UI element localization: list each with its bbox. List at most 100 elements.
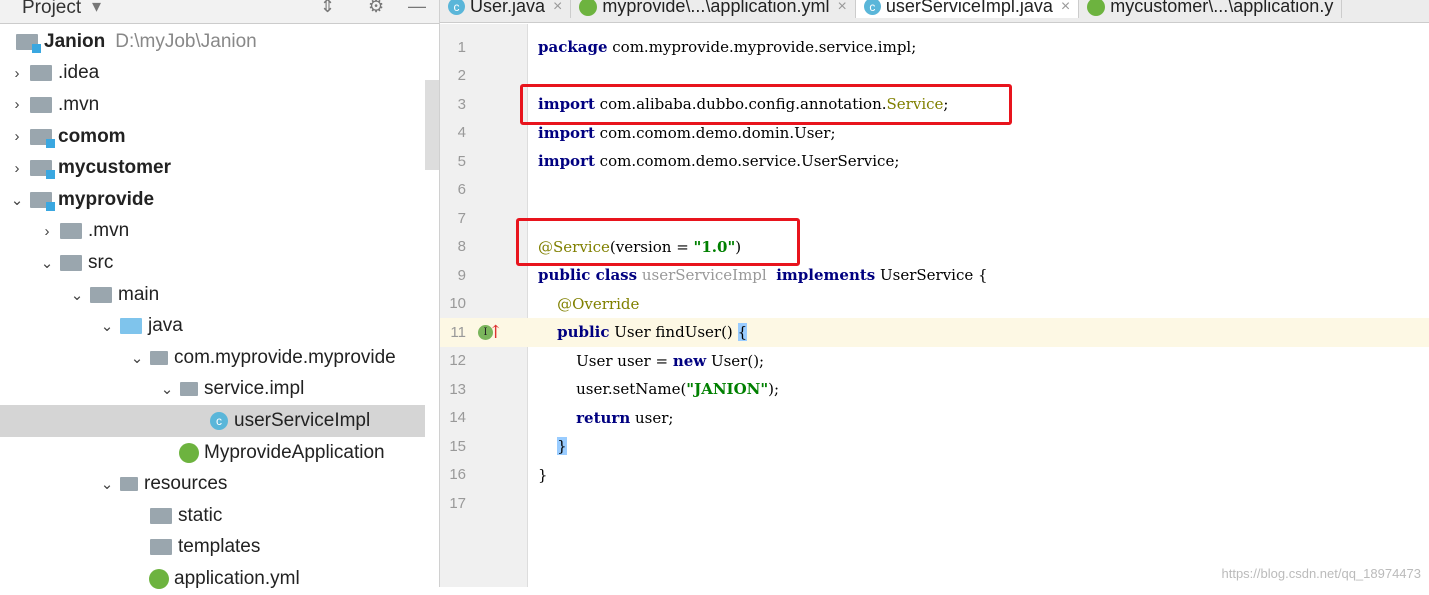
line-number: 15 [449, 437, 466, 455]
code-token: public class [538, 266, 638, 285]
tab-label: mycustomer\...\application.y [1110, 0, 1334, 16]
module-folder-icon [30, 191, 55, 211]
tree-item[interactable]: c userServiceImpl [0, 405, 425, 437]
code-line[interactable]: 13 user.setName("JANION"); [440, 375, 1429, 404]
scrollbar[interactable] [425, 80, 439, 170]
chevron-right-icon[interactable]: › [10, 160, 24, 177]
chevron-down-icon[interactable]: ⌄ [10, 191, 24, 209]
class-icon: c [863, 0, 881, 15]
line-number: 6 [457, 181, 466, 199]
package-icon [180, 382, 198, 397]
spring-file-icon [149, 568, 169, 589]
code-text: User user = new User(); [538, 352, 764, 370]
code-token: UserService { [875, 266, 988, 285]
close-icon[interactable]: × [837, 0, 846, 16]
code-line[interactable]: 16} [440, 461, 1429, 490]
chevron-down-icon[interactable]: ⌄ [100, 317, 114, 335]
collapse-all-icon[interactable]: ⇕ [320, 0, 335, 17]
code-line[interactable]: 12 User user = new User(); [440, 347, 1429, 376]
code-token: com.myprovide.myprovide.service.impl; [607, 38, 917, 57]
project-panel-header: Project ▾ ⇕ ⚙ — [0, 0, 439, 24]
tree-item-label: service.impl [204, 378, 305, 400]
code-token: new [672, 351, 707, 370]
editor-tabs: c User.java × myprovide\...\application.yml… [440, 0, 1429, 23]
folder-icon [90, 286, 112, 303]
spring-file-icon [1087, 0, 1106, 16]
line-number: 17 [449, 494, 466, 512]
module-folder-icon [16, 33, 41, 53]
code-line[interactable]: 11 I ↑ public User findUser() { [440, 318, 1429, 347]
code-line[interactable]: 6 [440, 176, 1429, 205]
tree-item[interactable]: ⌄ main [0, 279, 425, 311]
chevron-right-icon[interactable]: › [10, 65, 24, 82]
chevron-right-icon[interactable]: › [10, 96, 24, 113]
code-line[interactable]: 1 package com.myprovide.myprovide.service… [440, 33, 1429, 62]
tree-item-label: .idea [58, 62, 100, 84]
tree-item-label: static [178, 504, 223, 526]
chevron-down-icon[interactable]: ⌄ [70, 286, 84, 304]
tree-item[interactable]: ⌄ java [0, 310, 425, 342]
code-text: return user; [538, 409, 673, 427]
spring-file-icon [579, 0, 598, 16]
line-number: 2 [457, 67, 466, 85]
line-number: 8 [457, 238, 466, 256]
tree-item[interactable]: ⌄ resources [0, 468, 425, 500]
code-token: { [737, 323, 748, 342]
tree-item[interactable]: › comom [0, 121, 425, 153]
tree-item[interactable]: application.yml [0, 563, 425, 595]
tree-item[interactable]: MyprovideApplication [0, 437, 425, 469]
chevron-down-icon[interactable]: ⌄ [160, 380, 174, 398]
code-token: return [576, 408, 631, 427]
folder-icon [30, 65, 52, 82]
dropdown-icon[interactable]: ▾ [92, 0, 101, 17]
tree-item[interactable]: › .idea [0, 58, 425, 90]
code-line[interactable]: 17 [440, 489, 1429, 518]
tree-item-label: .mvn [88, 220, 130, 242]
project-path: D:\myJob\Janion [115, 30, 257, 52]
tree-item[interactable]: › mycustomer [0, 152, 425, 184]
tree-item-label: com.myprovide.myprovide [174, 346, 396, 368]
code-token: com.comom.demo.service.UserService; [594, 152, 900, 171]
tree-item[interactable]: static [0, 500, 425, 532]
code-line[interactable]: 10 @Override [440, 290, 1429, 319]
tree-item[interactable]: templates [0, 532, 425, 564]
package-icon [150, 350, 168, 365]
close-icon[interactable]: × [553, 0, 562, 16]
chevron-down-icon[interactable]: ⌄ [130, 349, 144, 367]
tree-item[interactable]: ⌄ myprovide [0, 184, 425, 216]
code-token: User findUser() [609, 323, 738, 342]
tab-1[interactable]: myprovide\...\application.yml × [571, 0, 856, 18]
tab-0[interactable]: c User.java × [440, 0, 572, 18]
code-text: } [538, 437, 567, 456]
code-text: import com.comom.demo.domin.User; [538, 124, 836, 142]
tree-item[interactable]: ⌄ com.myprovide.myprovide [0, 342, 425, 374]
code-line[interactable]: 15 } [440, 432, 1429, 461]
tree-item[interactable]: › .mvn [0, 216, 425, 248]
tree-item-label: resources [144, 473, 228, 495]
code-line[interactable]: 14 return user; [440, 404, 1429, 433]
tab-2[interactable]: c userServiceImpl.java × [855, 0, 1080, 18]
resources-folder-icon [120, 477, 138, 492]
code-line[interactable]: 5 import com.comom.demo.service.UserServi… [440, 147, 1429, 176]
gear-icon[interactable]: ⚙ [368, 0, 384, 17]
tab-3[interactable]: mycustomer\...\application.y [1079, 0, 1343, 18]
line-number: 5 [457, 152, 466, 170]
minimize-icon[interactable]: — [408, 0, 426, 17]
tree-item[interactable]: ⌄ src [0, 247, 425, 279]
chevron-right-icon[interactable]: › [10, 128, 24, 145]
tree-item[interactable]: › .mvn [0, 89, 425, 121]
line-number: 14 [449, 409, 466, 427]
source-folder-icon [120, 318, 142, 335]
close-icon[interactable]: × [1061, 0, 1070, 16]
tree-item-label: java [148, 315, 183, 337]
chevron-down-icon[interactable]: ⌄ [100, 475, 114, 493]
tree-item[interactable]: Janion D:\myJob\Janion [0, 26, 425, 58]
tree-item[interactable]: ⌄ service.impl [0, 374, 425, 406]
chevron-down-icon[interactable]: ⌄ [40, 254, 54, 272]
project-panel-title[interactable]: Project [22, 0, 81, 19]
line-number: 13 [449, 380, 466, 398]
tree-item-label: templates [178, 536, 261, 558]
chevron-right-icon[interactable]: › [40, 223, 54, 240]
override-arrow-icon[interactable]: ↑ [488, 322, 503, 343]
